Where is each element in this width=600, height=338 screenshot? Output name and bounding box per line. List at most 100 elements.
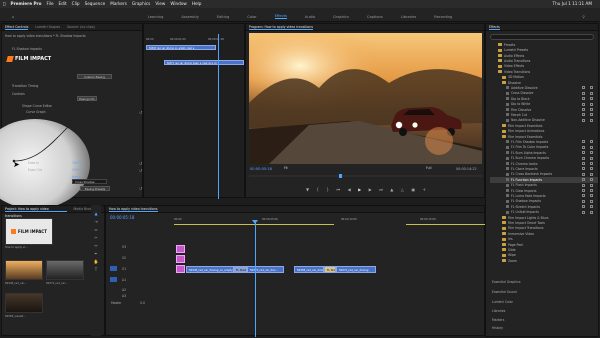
menu-graphics[interactable]: Graphics [132,0,151,8]
work-area-bar[interactable] [174,224,334,225]
track-a1[interactable]: A1 [122,278,126,282]
blend-dropdown[interactable]: Cross Shadow [72,179,107,184]
panel-lumetri-color[interactable]: Lumetri Color [492,300,513,304]
apple-icon[interactable]:  [3,0,6,8]
go-to-out-icon[interactable]: ⏭ [379,187,383,192]
workspace-libraries[interactable]: Libraries [401,15,417,19]
tab-lumetri-scopes[interactable]: Lumetri Scopes [35,24,60,30]
transition-clip-4[interactable]: FL Shadow [324,266,336,273]
panel-markers[interactable]: Markers [492,318,504,322]
menu-clip[interactable]: Clip [72,0,80,8]
export-frame-icon[interactable]: ▣ [411,187,415,192]
type-tool-icon[interactable]: T [93,267,99,273]
panel-essential-sound[interactable]: Essential Sound [492,290,517,294]
workspace-effects[interactable]: Effects [274,14,287,19]
tab-project[interactable]: Project: How to apply video transitions [5,206,67,218]
tab-effects[interactable]: Effects [489,24,500,30]
project-thumb-clip-b[interactable] [46,260,84,280]
step-forward-icon[interactable]: ▶ [369,187,372,192]
workspace-learning[interactable]: Learning [148,15,164,19]
menu-file[interactable]: File [47,0,54,8]
hand-tool-icon[interactable]: ✋ [93,259,99,265]
timeline-clip-5[interactable]: 50371_red_car_driving [336,266,376,273]
program-scrubber[interactable] [249,174,482,178]
play-icon[interactable]: ▶ [358,187,361,192]
tab-source[interactable]: Source: (no clips) [67,24,95,30]
easing-presets-button[interactable]: Easing Presets [80,186,110,191]
track-select-tool-icon[interactable]: ⇥ [93,219,99,225]
effects-folder[interactable]: Zoom [490,258,598,264]
graphic-clip-v1[interactable] [176,265,185,273]
selection-tool-icon[interactable]: ▲ [93,211,99,217]
workspace-assembly[interactable]: Assembly [181,15,198,19]
razor-tool-icon[interactable]: ✂ [93,235,99,241]
marker-icon[interactable]: ▼ [306,187,309,192]
tab-sequence[interactable]: How to apply video transitions [109,206,158,212]
program-playhead[interactable] [339,174,342,178]
reset-icon[interactable]: ↺ [139,110,142,115]
custom-easing-button[interactable]: Custom Easing [77,74,112,79]
effects-search-input[interactable] [490,34,594,40]
tab-effect-controls[interactable]: Effect Controls [5,24,29,30]
menu-sequence[interactable]: Sequence [85,0,106,8]
project-thumb-clip-a[interactable] [5,260,43,280]
pen-tool-icon[interactable]: ✒ [93,251,99,257]
transition-clip-1[interactable]: FL Shadow [233,266,247,273]
home-icon[interactable]: ⌂ [12,15,14,19]
add-button-icon[interactable]: + [423,187,426,192]
sequence-timecode[interactable]: 00:00:05:18 [110,215,134,220]
track-a2[interactable]: A2 [122,288,126,292]
quality-dropdown[interactable]: Full [426,166,431,170]
track-v3[interactable]: V3 [122,245,126,249]
panel-libraries[interactable]: Libraries [492,309,505,313]
ec-clip-b[interactable]: 50371_red_car_driving_down_a_road_at_a_c… [164,60,244,65]
ease-in-value[interactable]: 100 % [72,161,82,165]
menu-window[interactable]: Window [170,0,187,8]
timeline-clip-0[interactable]: 50345_red_car_driving_on_empty_road [186,266,234,273]
ease-out-value[interactable]: 100 % [72,168,82,172]
reset-icon-4[interactable]: ↺ [139,186,142,191]
panel-history[interactable]: History [492,326,503,330]
project-thumb-clip-c[interactable] [5,293,43,313]
project-thumb-logo[interactable]: FILM IMPACT [5,218,53,245]
graphic-clip-v2[interactable] [176,255,185,263]
work-area-bar-2[interactable] [406,224,486,225]
slip-tool-icon[interactable]: ↔ [93,243,99,249]
track-v1-source-patch[interactable] [110,266,117,271]
timeline-clip-2[interactable]: 50371_red_car_driv... [247,266,284,273]
go-to-in-icon[interactable]: ⏮ [337,187,341,192]
out-point-icon[interactable]: } [327,187,330,192]
menu-markers[interactable]: Markers [110,0,127,8]
search-icon[interactable]: ⚲ [582,15,585,19]
extract-icon[interactable]: △ [401,187,404,192]
workspace-recording[interactable]: Recording [434,15,452,19]
workspace-graphics[interactable]: Graphics [333,15,349,19]
track-a1-source-patch[interactable] [110,277,117,282]
sequence-playhead[interactable] [255,220,256,337]
menu-help[interactable]: Help [192,0,202,8]
workspace-color[interactable]: Color [247,15,256,19]
workspace-captions[interactable]: Captions [367,15,383,19]
tab-program[interactable]: Program: How to apply video transitions [249,24,314,30]
timeline-clip-3[interactable]: 50383_red_car_drivin... [294,266,324,273]
panel-essential-graphics[interactable]: Essential Graphics [492,280,521,284]
step-back-icon[interactable]: ◀ [348,187,351,192]
workspace-editing[interactable]: Editing [217,15,230,19]
easing-info-button[interactable]: Easing Info [77,96,97,101]
menu-edit[interactable]: Edit [59,0,67,8]
master-value[interactable]: 0.0 [140,301,145,305]
fit-dropdown[interactable]: Fit [284,166,288,170]
track-v1[interactable]: V1 [122,267,126,271]
track-v2[interactable]: V2 [122,256,126,260]
ripple-edit-tool-icon[interactable]: ⇔ [93,227,99,233]
ec-clip-a[interactable]: 50345_red_car_driving_on_empty_road_a [146,45,216,50]
reset-icon-3[interactable]: ↺ [139,168,142,173]
ec-playhead[interactable] [218,34,219,199]
workspace-audio[interactable]: Audio [305,15,315,19]
menu-app[interactable]: Premiere Pro [11,0,42,8]
track-a3[interactable]: A3 [122,294,126,298]
menu-view[interactable]: View [155,0,165,8]
program-timecode[interactable]: 00:00:05:18 [250,167,272,171]
reset-icon-2[interactable]: ↺ [139,161,142,166]
lift-icon[interactable]: ▲ [390,187,393,192]
